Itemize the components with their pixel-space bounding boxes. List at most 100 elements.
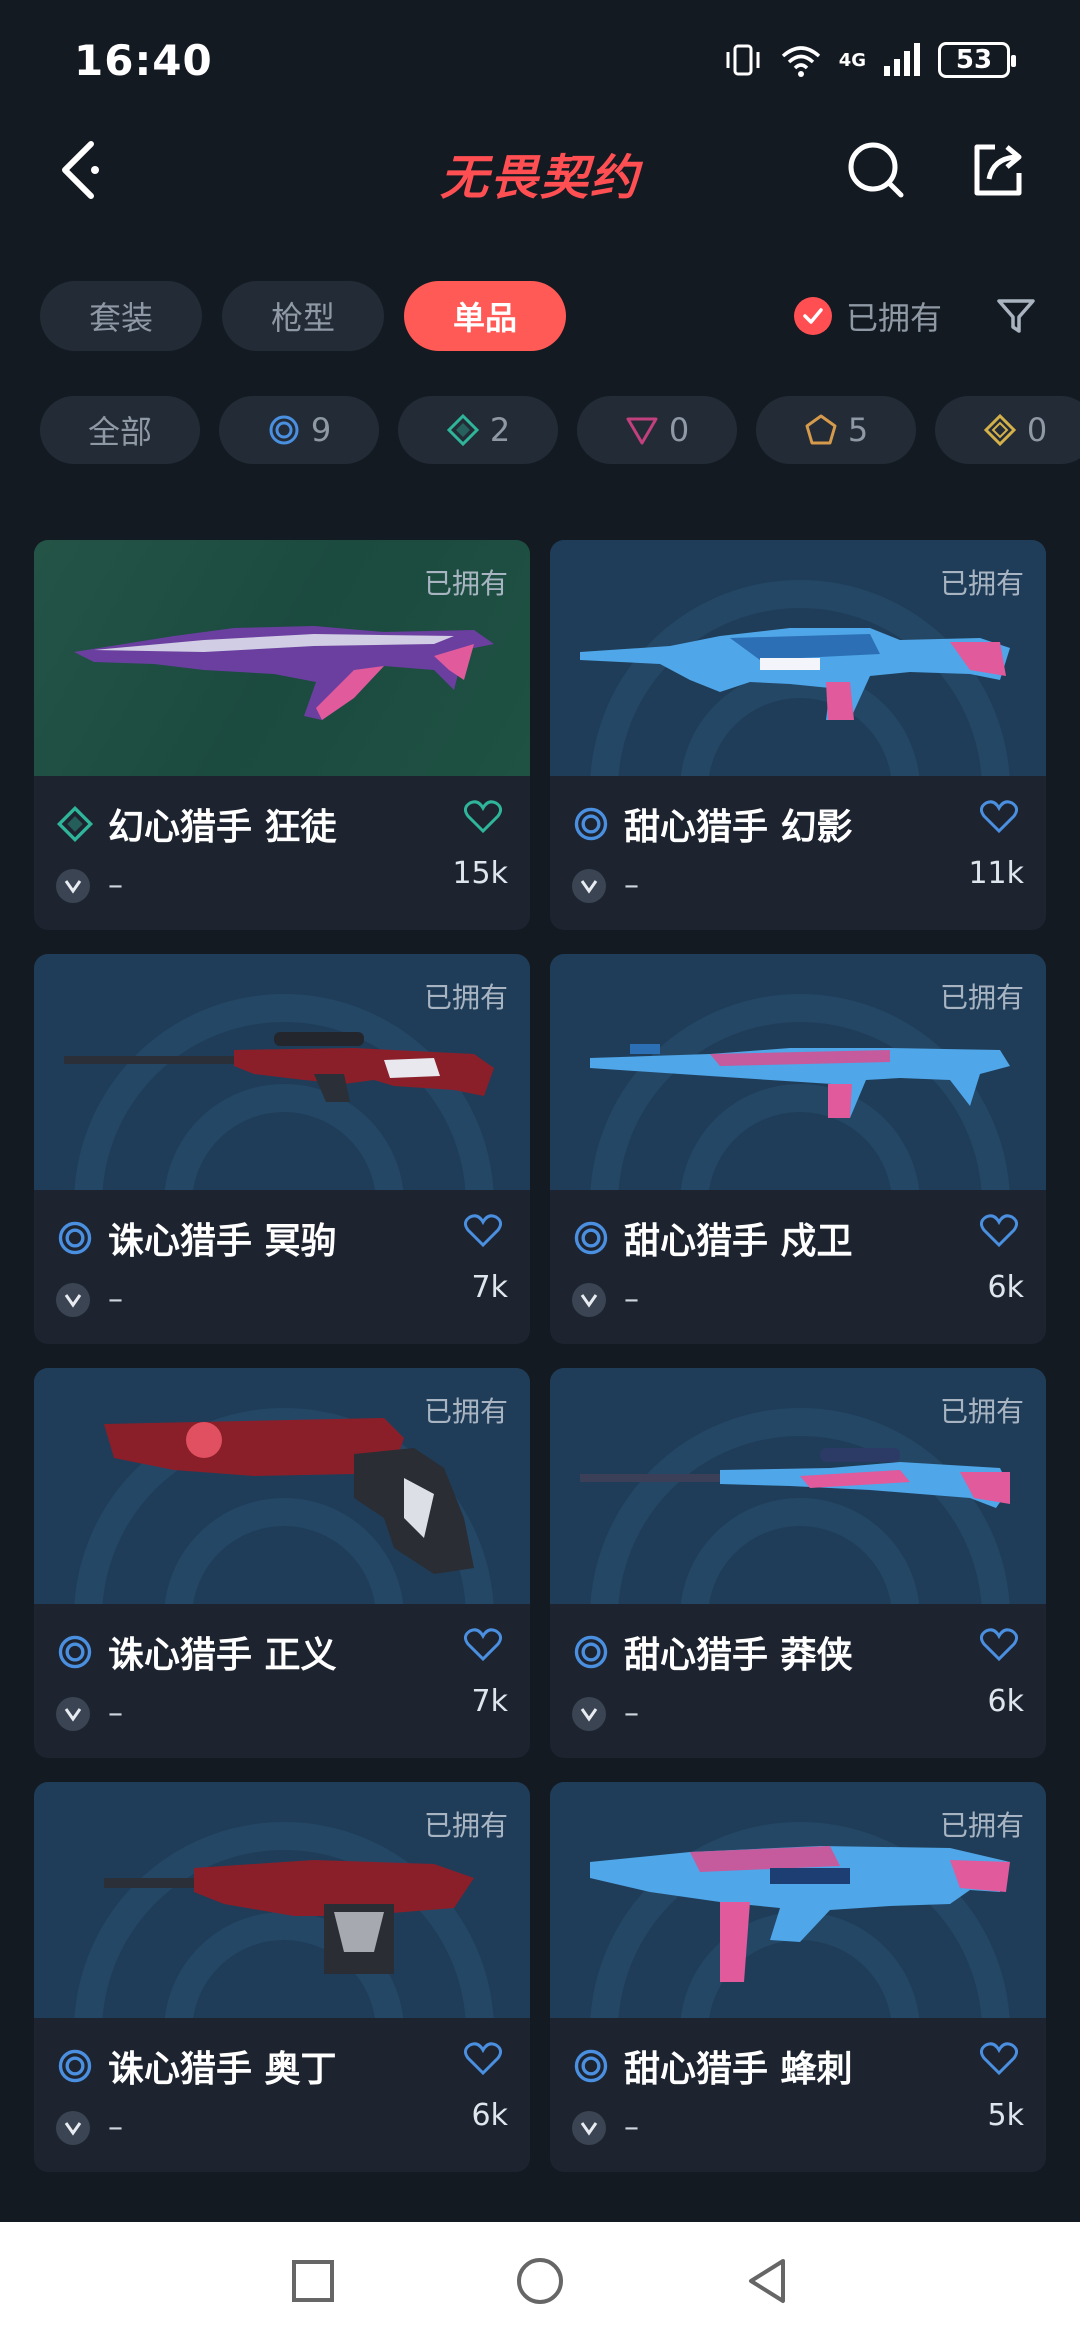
status-bar: 16:40 4G 53 [0, 0, 1080, 120]
card-info: 诛心猎手 奥丁 6k – [34, 2018, 530, 2145]
sub-row: – [56, 1696, 508, 1731]
sub-row: – [56, 1282, 508, 1317]
skin-name: 甜心猎手 幻影 [624, 807, 853, 848]
skin-image: 已拥有 [550, 1368, 1046, 1604]
home-circle-icon[interactable] [514, 2255, 566, 2307]
skin-card[interactable]: 已拥有 甜心猎手 戍卫 6k – [550, 954, 1046, 1344]
heart-icon[interactable] [980, 800, 1018, 834]
skin-card[interactable]: 已拥有 甜心猎手 幻影 11k – [550, 540, 1046, 930]
skin-card[interactable]: 已拥有 诛心猎手 冥驹 7k – [34, 954, 530, 1344]
skin-image: 已拥有 [34, 954, 530, 1190]
owned-filter-toggle[interactable]: 已拥有 [793, 293, 942, 339]
back-triangle-icon[interactable] [743, 2255, 791, 2307]
skin-card[interactable]: 已拥有 甜心猎手 蜂刺 5k – [550, 1782, 1046, 2172]
name-row: 甜心猎手 幻影 [572, 798, 1024, 850]
select-tier-icon [574, 807, 608, 841]
tier-filter-select[interactable]: 9 [219, 396, 379, 464]
name-row: 甜心猎手 戍卫 [572, 1212, 1024, 1264]
page-title: 无畏契约 [439, 150, 640, 206]
heart-icon[interactable] [464, 1628, 502, 1662]
skin-name: 幻心猎手 狂徒 [108, 807, 337, 848]
select-tier-icon [58, 1221, 92, 1255]
tier-filter-premium[interactable]: 0 [577, 396, 737, 464]
owned-tag: 已拥有 [939, 567, 1024, 600]
back-button[interactable] [48, 136, 116, 204]
tab-single-items[interactable]: 单品 [404, 281, 566, 351]
name-row: 甜心猎手 蜂刺 [572, 2040, 1024, 2092]
tier-filter-row: 全部 9 2 0 5 0 [40, 396, 1080, 466]
skin-card[interactable]: 已拥有 诛心猎手 正义 7k – [34, 1368, 530, 1758]
sub-value: – [624, 2110, 639, 2145]
name-row: 诛心猎手 正义 [56, 1626, 508, 1678]
heart-icon[interactable] [464, 2042, 502, 2076]
like-count: 15k [452, 856, 508, 891]
tier-label: 全部 [87, 413, 152, 451]
vibrate-icon [726, 44, 760, 76]
skin-card[interactable]: 已拥有 诛心猎手 奥丁 6k – [34, 1782, 530, 2172]
owned-tag: 已拥有 [423, 1809, 508, 1842]
sub-value: – [624, 1282, 639, 1317]
heart-icon[interactable] [464, 1214, 502, 1248]
rank-badge-icon [572, 1282, 606, 1317]
status-icons: 4G 53 [723, 40, 1016, 80]
card-info: 诛心猎手 正义 7k – [34, 1604, 530, 1731]
heart-icon[interactable] [980, 2042, 1018, 2076]
skin-name: 诛心猎手 奥丁 [108, 2049, 337, 2090]
premium-tier-icon [626, 417, 658, 445]
heart-icon[interactable] [980, 1628, 1018, 1662]
card-info: 幻心猎手 狂徒 15k – [34, 776, 530, 903]
skin-image: 已拥有 [550, 540, 1046, 776]
skin-name: 甜心猎手 蜂刺 [624, 2049, 853, 2090]
card-info: 甜心猎手 戍卫 6k – [550, 1190, 1046, 1317]
funnel-icon [997, 299, 1035, 333]
tier-count: 5 [847, 411, 869, 449]
rank-badge-icon [56, 1282, 90, 1317]
chevron-left-icon [62, 141, 99, 199]
checkmark-icon [793, 297, 832, 335]
tier-count: 2 [489, 411, 511, 449]
owned-tag: 已拥有 [423, 567, 508, 600]
search-button[interactable] [842, 136, 910, 204]
skin-card[interactable]: 已拥有 甜心猎手 莽侠 6k – [550, 1368, 1046, 1758]
deluxe-tier-icon [56, 805, 94, 843]
select-tier-icon [58, 2049, 92, 2083]
select-tier-icon [574, 1635, 608, 1669]
rank-badge-icon [56, 868, 90, 903]
card-info: 甜心猎手 莽侠 6k – [550, 1604, 1046, 1731]
tab-weapon-type[interactable]: 枪型 [222, 281, 384, 351]
category-filter-row: 套装 枪型 单品 已拥有 [40, 280, 1050, 352]
card-info: 甜心猎手 幻影 11k – [550, 776, 1046, 903]
skin-card[interactable]: 已拥有 幻心猎手 狂徒 15k – [34, 540, 530, 930]
skin-name: 诛心猎手 正义 [108, 1635, 337, 1676]
tier-filter-deluxe[interactable]: 2 [398, 396, 558, 464]
sub-row: – [56, 2110, 508, 2145]
deluxe-tier-icon [446, 413, 479, 447]
like-count: 11k [968, 856, 1024, 891]
filter-button[interactable] [982, 282, 1050, 350]
skin-name: 诛心猎手 冥驹 [108, 1221, 337, 1262]
share-button[interactable] [964, 136, 1032, 204]
sub-row: – [572, 1696, 1024, 1731]
heart-icon[interactable] [464, 800, 502, 834]
recents-square-icon[interactable] [289, 2257, 337, 2305]
like-count: 7k [471, 1684, 508, 1719]
owned-tag: 已拥有 [939, 1809, 1024, 1842]
sub-value: – [108, 1282, 123, 1317]
tier-filter-all[interactable]: 全部 [40, 396, 200, 464]
tab-bundles[interactable]: 套装 [40, 281, 202, 351]
ultra-tier-icon [805, 414, 837, 445]
heart-icon[interactable] [980, 1214, 1018, 1248]
sub-value: – [108, 868, 123, 903]
sub-value: – [624, 1696, 639, 1731]
like-count: 6k [987, 1684, 1024, 1719]
tier-filter-ultra[interactable]: 5 [756, 396, 916, 464]
sub-value: – [624, 868, 639, 903]
sub-row: – [572, 1282, 1024, 1317]
top-nav: 无畏契约 [0, 120, 1080, 220]
rank-badge-icon [572, 1696, 606, 1731]
tier-filter-exclusive[interactable]: 0 [935, 396, 1080, 464]
skin-image: 已拥有 [550, 954, 1046, 1190]
rank-badge-icon [572, 2110, 606, 2145]
select-tier-icon [574, 1221, 608, 1255]
skin-image: 已拥有 [550, 1782, 1046, 2018]
